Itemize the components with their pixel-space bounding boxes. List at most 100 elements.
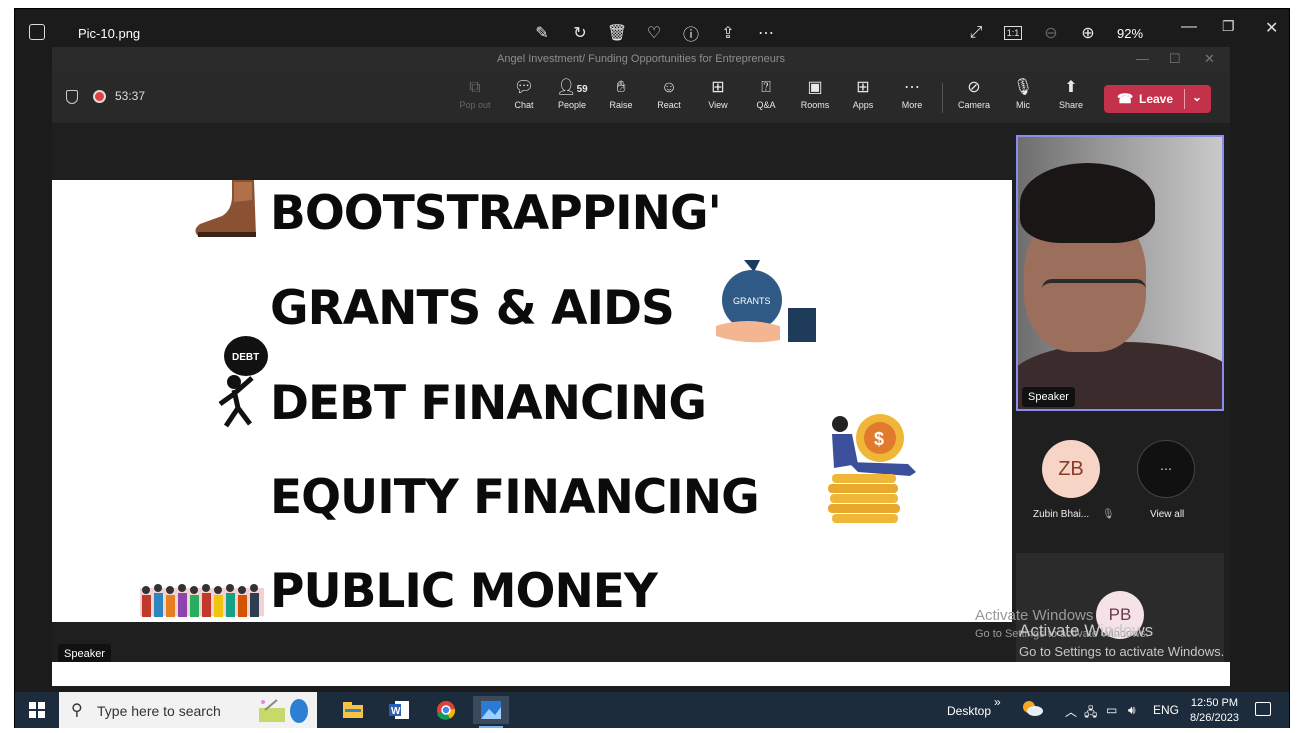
- chat-icon: 💬︎: [513, 79, 535, 96]
- view-all-ellipsis-icon[interactable]: ⋯: [1137, 440, 1195, 498]
- people-button[interactable]: 👤︎59 People: [549, 79, 595, 110]
- language-indicator[interactable]: ENG: [1153, 703, 1179, 717]
- teams-title-bar: Angel Investment/ Funding Opportunities …: [52, 47, 1230, 71]
- participant-name-zb: Zubin Bhai...: [1033, 509, 1090, 520]
- rotate-icon[interactable]: ↻: [570, 23, 590, 43]
- camera-button[interactable]: ⊘ Camera: [951, 79, 997, 110]
- recording-icon: [93, 90, 106, 103]
- slide-line-public: PUBLIC MONEY: [270, 564, 658, 619]
- react-button[interactable]: ☺ React: [646, 79, 692, 110]
- notification-center-icon[interactable]: [1255, 702, 1271, 716]
- qa-button[interactable]: ⍰ Q&A: [743, 79, 789, 110]
- smiley-icon: ☺: [660, 79, 678, 96]
- toolbar-expand-icon[interactable]: »: [994, 695, 1001, 709]
- more-button[interactable]: ⋯ More: [889, 79, 935, 110]
- favorite-heart-icon[interactable]: ♡: [644, 23, 664, 43]
- meeting-title: Angel Investment/ Funding Opportunities …: [497, 53, 785, 65]
- ellipsis-icon: ⋯: [904, 79, 920, 96]
- chat-button[interactable]: 💬︎ Chat: [501, 79, 547, 110]
- restore-button[interactable]: ❐: [1222, 18, 1235, 35]
- grants-money-bag-icon: GRANTS: [716, 260, 816, 343]
- clock-time: 12:50 PM: [1190, 697, 1239, 709]
- leave-divider: [1184, 89, 1185, 109]
- speaker-label: Speaker: [58, 644, 111, 664]
- apps-button[interactable]: ⊞ Apps: [840, 79, 886, 110]
- actual-size-button[interactable]: 1:1: [1004, 26, 1022, 40]
- image-bottom-edge: [52, 662, 1230, 686]
- mic-button[interactable]: 🎙︎ Mic: [1000, 79, 1046, 110]
- info-icon[interactable]: ⓘ: [681, 23, 701, 44]
- windows-start-icon[interactable]: [29, 702, 45, 718]
- meeting-timer: 53:37: [115, 89, 146, 103]
- leave-button[interactable]: ☎ Leave ⌄: [1104, 85, 1211, 113]
- taskbar-clock[interactable]: 12:50 PM 8/26/2023: [1190, 696, 1239, 726]
- share-icon: ⬆: [1064, 79, 1078, 96]
- photos-app-icon: [29, 24, 45, 40]
- speaker-glasses: [1042, 279, 1146, 309]
- svg-text:W: W: [391, 706, 401, 717]
- taskbar-search-box[interactable]: ⚲ Type here to search: [59, 692, 317, 728]
- teams-close-icon[interactable]: ✕: [1204, 47, 1215, 71]
- video-speaker-label: Speaker: [1022, 387, 1075, 407]
- rooms-icon: ▣: [807, 79, 823, 96]
- edit-image-icon[interactable]: ✎: [532, 23, 552, 43]
- cowboy-boot-icon: [195, 180, 256, 237]
- weather-icon[interactable]: [1021, 699, 1043, 720]
- avatar-zb[interactable]: ZB: [1042, 440, 1100, 498]
- teams-maximize-icon[interactable]: ☐: [1169, 47, 1181, 71]
- toolbar-separator: [942, 83, 943, 113]
- zoom-in-icon[interactable]: ⊕: [1078, 23, 1098, 43]
- zoom-out-icon[interactable]: ⊖: [1041, 23, 1061, 43]
- debt-burden-icon: DEBT: [218, 336, 268, 428]
- more-options-icon[interactable]: ⋯: [756, 23, 776, 43]
- coin-stack-woman-icon: $: [828, 414, 916, 523]
- battery-icon[interactable]: ▭: [1106, 703, 1117, 717]
- view-button[interactable]: ⊞ View: [695, 79, 741, 110]
- pop-out-icon: ⧉: [469, 79, 481, 96]
- svg-text:GRANTS: GRANTS: [733, 296, 771, 306]
- speaker-video-tile[interactable]: Speaker: [1016, 135, 1224, 411]
- show-hidden-icons-chevron-up-icon[interactable]: ︿: [1065, 703, 1077, 720]
- network-icon[interactable]: 🖧︎: [1084, 703, 1097, 724]
- teams-minimize-icon[interactable]: —: [1136, 47, 1149, 71]
- pop-out-button[interactable]: ⧉ Pop out: [452, 79, 498, 110]
- zoom-level: 92%: [1117, 26, 1144, 41]
- slide-line-equity: EQUITY FINANCING: [270, 470, 760, 525]
- mic-off-icon: 🎙︎: [1012, 79, 1034, 96]
- share-icon[interactable]: ⇪: [718, 23, 738, 43]
- crowd-icon: [140, 584, 264, 617]
- rooms-button[interactable]: ▣ Rooms: [792, 79, 838, 110]
- view-all-label[interactable]: View all: [1150, 509, 1184, 520]
- minimize-button[interactable]: —: [1181, 18, 1197, 36]
- svg-text:DEBT: DEBT: [232, 352, 259, 363]
- plus-box-icon: ⊞: [856, 79, 870, 96]
- hand-icon: ✋︎: [616, 79, 626, 96]
- desktop-toolbar-label[interactable]: Desktop: [947, 704, 991, 718]
- svg-text:$: $: [874, 429, 884, 449]
- share-button[interactable]: ⬆ Share: [1048, 79, 1094, 110]
- file-explorer-icon[interactable]: [335, 696, 371, 724]
- watermark-line1: Activate Windows: [1019, 621, 1154, 640]
- fullscreen-icon[interactable]: ⤢: [966, 23, 986, 43]
- shield-icon: [66, 90, 78, 104]
- watermark-line2: Go to Settings to activate Windows.: [1019, 644, 1225, 659]
- clock-date: 8/26/2023: [1190, 712, 1239, 724]
- hang-up-icon: ☎: [1117, 91, 1134, 106]
- chrome-icon[interactable]: [428, 696, 464, 724]
- close-button[interactable]: ✕: [1265, 18, 1278, 38]
- mic-muted-icon: 🎙︎: [1102, 509, 1115, 520]
- volume-icon[interactable]: 🔊︎: [1128, 703, 1136, 718]
- word-icon[interactable]: W: [381, 696, 417, 724]
- slide-line-bootstrapping: BOOTSTRAPPING': [270, 186, 722, 241]
- meeting-toolbar: 53:37 ⧉ Pop out 💬︎ Chat 👤︎59 People ✋︎ Raise…: [52, 71, 1230, 123]
- raise-hand-button[interactable]: ✋︎ Raise: [598, 79, 644, 110]
- speaker-hair: [1020, 163, 1155, 243]
- qa-icon: ⍰: [761, 79, 771, 96]
- delete-icon[interactable]: 🗑: [607, 23, 627, 43]
- camera-off-icon: ⊘: [967, 79, 981, 96]
- grid-icon: ⊞: [711, 79, 725, 96]
- search-placeholder: Type here to search: [97, 703, 221, 719]
- photos-app-taskbar-icon[interactable]: [473, 696, 509, 728]
- slide-line-debt: DEBT FINANCING: [270, 376, 707, 431]
- chevron-down-icon[interactable]: ⌄: [1192, 90, 1202, 104]
